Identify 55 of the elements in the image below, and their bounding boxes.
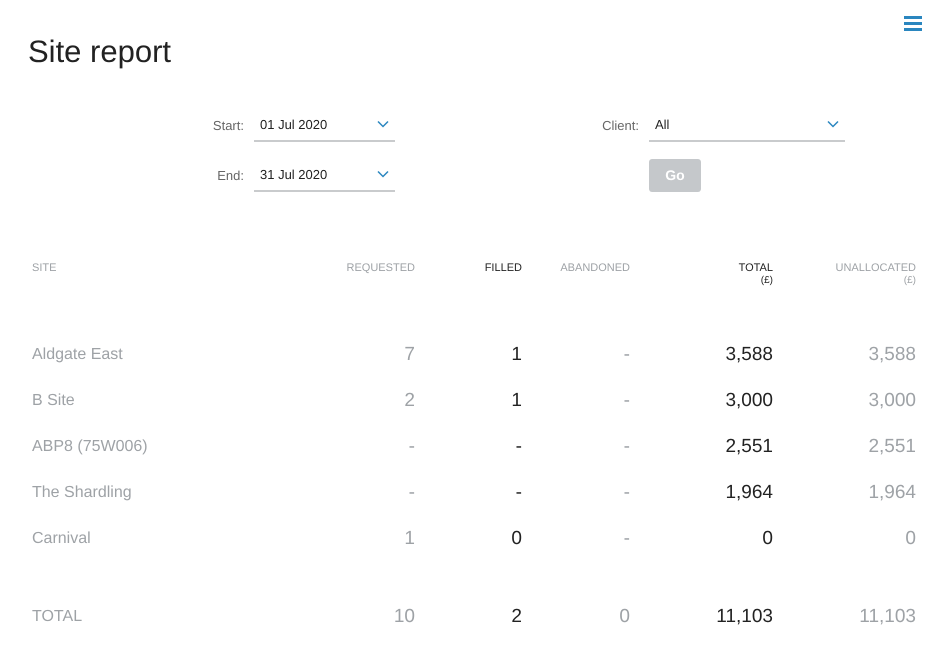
- chevron-icon: [827, 120, 839, 128]
- total-cell-text: 10: [392, 606, 415, 628]
- table-cell-text: -: [408, 436, 415, 458]
- total-cell-text: 0: [618, 606, 630, 628]
- table-cell-text: 1: [403, 528, 415, 550]
- table-cell-text: Carnival: [32, 530, 92, 548]
- table-cell-text: The Shardling: [32, 484, 133, 502]
- table-cell-text: 2,551: [724, 436, 773, 458]
- chevron-icon: [377, 170, 389, 178]
- column-header: ABANDONED: [560, 262, 630, 274]
- dropdown-field[interactable]: 01 Jul 2020: [254, 108, 395, 142]
- total-cell-text: TOTAL: [32, 608, 84, 626]
- column-header: TOTAL: [738, 262, 773, 274]
- table-cell-text: 7: [403, 344, 415, 366]
- table-cell-text: 1,964: [867, 482, 916, 504]
- table-cell-text: 3,588: [867, 344, 916, 366]
- filter-label: End:: [216, 168, 244, 182]
- table-cell-text: 3,588: [724, 344, 773, 366]
- filter-label: Start:: [212, 118, 244, 132]
- total-cell-text: 11,103: [858, 606, 916, 628]
- table-cell-text: -: [514, 436, 522, 458]
- column-header: UNALLOCATED: [836, 262, 916, 274]
- menu-icon[interactable]: [904, 16, 922, 31]
- table-cell-text: Aldgate East: [32, 346, 124, 364]
- table-cell-text: 3,000: [724, 390, 773, 412]
- table-cell-text: 0: [761, 528, 773, 550]
- table-cell-text: -: [514, 482, 522, 504]
- table-cell-text: -: [622, 390, 630, 412]
- table-cell-text: -: [408, 482, 415, 504]
- table-cell-text: 1: [510, 344, 522, 366]
- dropdown-field[interactable]: 31 Jul 2020: [254, 158, 395, 192]
- dropdown-field[interactable]: All: [649, 108, 845, 142]
- total-cell-text: 2: [510, 606, 522, 628]
- column-header: REQUESTED: [346, 262, 415, 274]
- table-cell-text: 3,000: [867, 390, 916, 412]
- table-cell-text: 1,964: [724, 482, 773, 504]
- page-title: Site report: [28, 34, 172, 70]
- table-cell-text: -: [622, 344, 630, 366]
- table-cell-text: -: [622, 528, 630, 550]
- table-cell-text: 0: [510, 528, 522, 550]
- total-cell-text: 11,103: [715, 606, 773, 628]
- table-cell-text: 1: [510, 390, 522, 412]
- table-cell-text: -: [622, 436, 630, 458]
- chevron-icon: [377, 120, 389, 128]
- table-cell-text: ABP8 (75W006): [32, 438, 149, 456]
- column-header: FILLED: [484, 262, 522, 274]
- column-unit: (£): [760, 275, 773, 286]
- column-header: SITE: [32, 262, 58, 274]
- column-unit: (£): [904, 275, 916, 286]
- table-cell-text: 2,551: [867, 436, 916, 458]
- table-cell-text: 0: [904, 528, 916, 550]
- table-cell-text: B Site: [32, 392, 76, 410]
- table-cell-text: -: [622, 482, 630, 504]
- table-cell-text: 2: [403, 390, 415, 412]
- filter-label: Client:: [601, 118, 639, 132]
